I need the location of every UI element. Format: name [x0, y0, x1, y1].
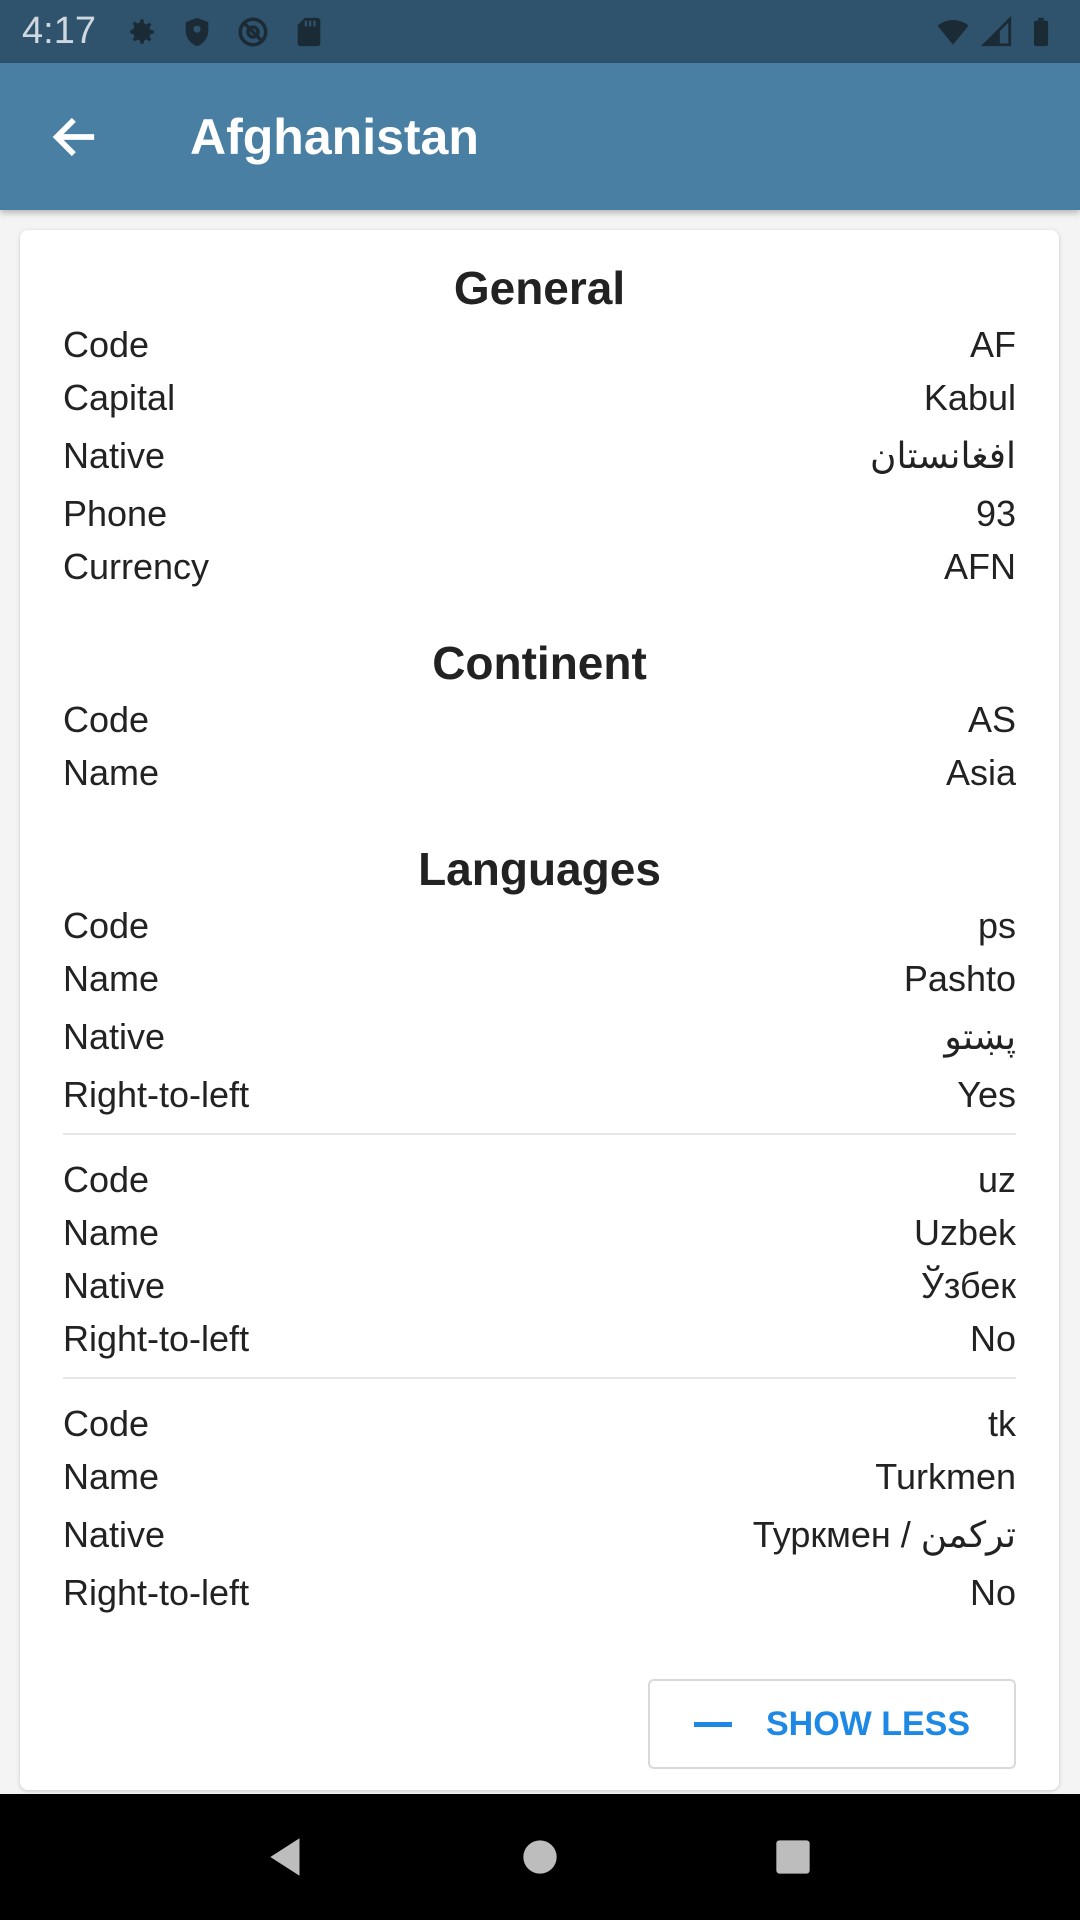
row-value: Turkmen	[875, 1456, 1016, 1497]
row-label: Right-to-left	[63, 1572, 250, 1613]
row-label: Capital	[63, 377, 176, 418]
row-label: Code	[63, 905, 150, 946]
row-value: ps	[977, 905, 1016, 946]
triangle-back-icon	[269, 1838, 300, 1876]
row-label: Code	[63, 1159, 150, 1200]
row-label: Code	[63, 324, 150, 365]
show-less-container: SHOW LESS	[63, 1679, 1016, 1769]
row-value: No	[969, 1318, 1016, 1359]
row-label: Name	[63, 958, 160, 999]
language-row-native: Native Туркмен / تركمن	[63, 1503, 1016, 1566]
row-label: Phone	[63, 493, 168, 534]
row-value: افغانستان	[870, 435, 1016, 476]
app-bar: Afghanistan	[0, 63, 1080, 210]
arrow-left-icon	[52, 117, 95, 156]
gear-icon	[124, 15, 158, 49]
row-label: Code	[63, 1403, 150, 1444]
row-value: پښتو	[944, 1016, 1016, 1057]
minus-icon	[693, 1721, 732, 1727]
language-row-name: Name Uzbek	[63, 1206, 1016, 1259]
continent-row-name: Name Asia	[63, 746, 1016, 799]
row-label: Currency	[63, 546, 210, 587]
row-label: Native	[63, 1016, 166, 1057]
row-label: Name	[63, 1456, 160, 1497]
general-row-phone: Phone 93	[63, 487, 1016, 540]
nav-recents-button[interactable]	[753, 1817, 833, 1897]
show-less-label: SHOW LESS	[765, 1704, 971, 1743]
signal-icon	[980, 15, 1014, 49]
row-value: AF	[969, 324, 1016, 365]
row-value: 93	[975, 493, 1016, 534]
wifi-icon	[936, 15, 970, 49]
page-title: Afghanistan	[190, 108, 479, 165]
language-row-native: Native پښتو	[63, 1005, 1016, 1068]
row-value: AFN	[944, 546, 1016, 587]
row-value: Asia	[945, 752, 1016, 793]
row-label: Code	[63, 699, 150, 740]
language-row-name: Name Pashto	[63, 952, 1016, 1005]
row-label: Native	[63, 1514, 166, 1555]
row-value: Yes	[957, 1074, 1016, 1115]
circle-home-icon	[523, 1840, 557, 1874]
general-row-capital: Capital Kabul	[63, 371, 1016, 424]
language-row-rtl: Right-to-left Yes	[63, 1068, 1016, 1121]
status-icons-right	[936, 15, 1058, 49]
square-recents-icon	[776, 1840, 810, 1874]
system-nav-bar	[0, 1794, 1080, 1920]
row-value: Pashto	[903, 958, 1016, 999]
status-bar: 4:17	[0, 0, 1080, 63]
row-label: Native	[63, 1265, 166, 1306]
language-row-code: Code tk	[63, 1397, 1016, 1450]
language-row-code: Code uz	[63, 1153, 1016, 1206]
row-value: Uzbek	[913, 1212, 1016, 1253]
row-label: Name	[63, 752, 160, 793]
status-icons-left	[124, 15, 326, 49]
language-row-name: Name Turkmen	[63, 1450, 1016, 1503]
general-row-currency: Currency AFN	[63, 540, 1016, 593]
at-icon	[236, 15, 270, 49]
language-row-code: Code ps	[63, 899, 1016, 952]
row-label: Right-to-left	[63, 1318, 250, 1359]
row-value: tk	[987, 1403, 1016, 1444]
row-label: Native	[63, 435, 166, 476]
language-row-native: Native Ўзбек	[63, 1259, 1016, 1312]
language-divider	[63, 1133, 1016, 1135]
nav-home-button[interactable]	[500, 1817, 580, 1897]
row-value: uz	[977, 1159, 1016, 1200]
nav-back-button[interactable]	[247, 1817, 327, 1897]
language-divider	[63, 1377, 1016, 1379]
general-row-native: Native افغانستان	[63, 424, 1016, 487]
shield-icon	[180, 15, 214, 49]
row-value: Ўзбек	[921, 1265, 1016, 1306]
row-value: No	[969, 1572, 1016, 1613]
battery-icon	[1024, 15, 1058, 49]
language-row-rtl: Right-to-left No	[63, 1312, 1016, 1365]
row-value: Kabul	[923, 377, 1016, 418]
show-less-button[interactable]: SHOW LESS	[648, 1679, 1016, 1769]
country-details-card: General Code AF Capital Kabul Native افغ…	[20, 230, 1059, 1790]
section-title-languages: Languages	[418, 843, 661, 895]
row-value: AS	[967, 699, 1016, 740]
sd-card-icon	[292, 15, 326, 49]
language-row-rtl: Right-to-left No	[63, 1566, 1016, 1619]
continent-row-code: Code AS	[63, 693, 1016, 746]
row-value: Туркмен / تركمن	[752, 1514, 1016, 1555]
section-title-general: General	[453, 262, 626, 314]
row-label: Right-to-left	[63, 1074, 250, 1115]
back-button[interactable]	[24, 87, 124, 187]
section-title-continent: Continent	[432, 637, 647, 689]
status-time: 4:17	[22, 10, 96, 52]
row-label: Name	[63, 1212, 160, 1253]
general-row-code: Code AF	[63, 318, 1016, 371]
